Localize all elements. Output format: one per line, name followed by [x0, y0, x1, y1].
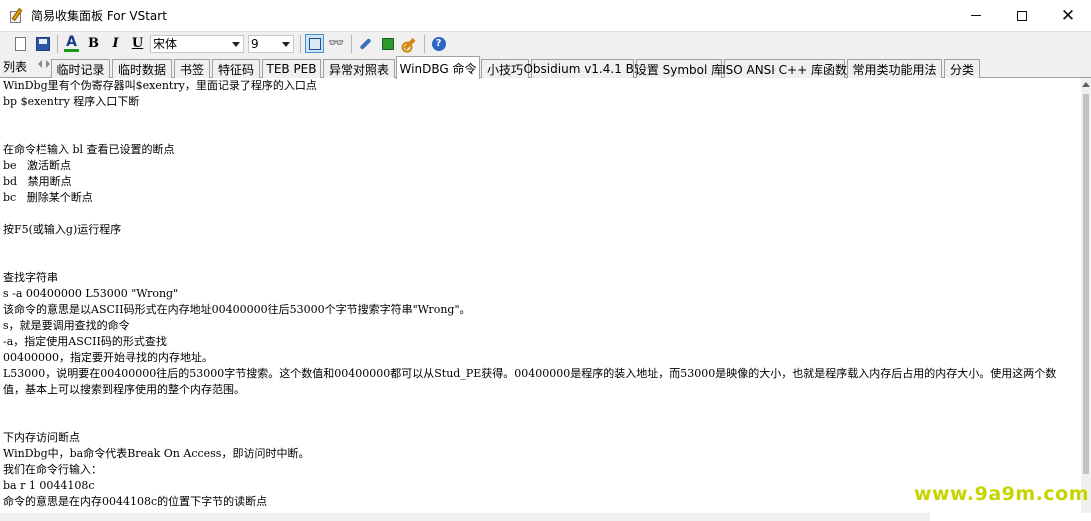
- title-bar: 简易收集面板 For VStart ✕: [0, 0, 1091, 31]
- tab-temp-records[interactable]: 临时记录: [51, 59, 110, 78]
- text-line: bp $exentry 程序入口下断: [3, 95, 140, 108]
- toolbar-separator: [351, 34, 352, 53]
- green-square-icon: [381, 37, 394, 50]
- maximize-icon: [1017, 10, 1027, 21]
- chevron-right-icon[interactable]: [46, 60, 50, 68]
- chevron-down-icon: [232, 41, 240, 47]
- maximize-button[interactable]: [999, 0, 1045, 31]
- window-title: 简易收集面板 For VStart: [31, 9, 167, 23]
- tab-obsidium[interactable]: Obsidium v1.4.1 B5: [523, 59, 642, 78]
- binoculars-icon: 👓: [328, 36, 345, 51]
- tab-symbol-settings[interactable]: 设置 Symbol 库: [635, 59, 723, 78]
- window-controls: ✕: [953, 0, 1091, 31]
- close-button[interactable]: ✕: [1045, 0, 1091, 31]
- text-line: [3, 254, 1081, 270]
- site-watermark: www.9a9m.com: [913, 483, 1089, 505]
- font-color-icon: A: [64, 33, 79, 52]
- chevron-left-icon[interactable]: [38, 60, 42, 68]
- new-file-button[interactable]: [11, 34, 30, 53]
- text-line: [3, 206, 1081, 222]
- tab-iso-ansi-cpp[interactable]: ISO ANSI C++ 库函数: [722, 59, 847, 78]
- text-line: s，就是要调用查找的命令: [3, 319, 130, 332]
- bold-button[interactable]: B: [84, 34, 103, 53]
- help-button[interactable]: ?: [429, 34, 448, 53]
- toolbar-separator: [424, 34, 425, 53]
- bold-icon: B: [88, 36, 99, 51]
- tab-teb-peb[interactable]: TEB PEB: [262, 59, 321, 78]
- text-line: [3, 110, 1081, 126]
- text-line: s -a 00400000 L53000 "Wrong": [3, 287, 179, 300]
- text-line: be 激活断点: [3, 159, 72, 172]
- underline-icon: U: [131, 36, 144, 51]
- help-icon: ?: [431, 36, 446, 51]
- new-file-icon: [15, 36, 26, 51]
- green-tool-button[interactable]: [378, 34, 397, 53]
- toolbar-separator: [300, 34, 301, 53]
- font-name-value: 宋体: [153, 37, 178, 51]
- vertical-scrollbar[interactable]: [1081, 78, 1091, 513]
- list-toggle[interactable]: 列表: [3, 58, 27, 75]
- italic-button[interactable]: I: [106, 34, 125, 53]
- toolbar-separator: [57, 34, 58, 53]
- tab-tips[interactable]: 小技巧: [481, 59, 529, 78]
- text-editor[interactable]: WinDbg里有个伪寄存器叫$exentry，里面记录了程序的入口点 bp $ex…: [0, 78, 1081, 513]
- text-line: 在命令栏输入 bl 查看已设置的断点: [3, 143, 175, 156]
- text-line: L53000，说明要在00400000往后的53000字节搜索。这个数值和004…: [3, 367, 1057, 380]
- font-name-select[interactable]: 宋体: [150, 34, 244, 53]
- font-size-value: 9: [251, 36, 259, 51]
- edit-mode-button[interactable]: [305, 34, 324, 53]
- text-line: bc 删除某个断点: [3, 191, 93, 204]
- key-button[interactable]: [400, 34, 419, 53]
- chevron-down-icon: [282, 41, 290, 47]
- italic-icon: I: [112, 36, 119, 51]
- font-color-button[interactable]: A: [62, 34, 81, 53]
- tab-categories[interactable]: 分类: [944, 59, 980, 78]
- toolbar: A B I U 宋体 9 👓 ?: [0, 31, 1091, 55]
- text-line: [3, 238, 1081, 254]
- tab-bookmarks[interactable]: 书签: [174, 59, 210, 78]
- app-notepad-icon: [9, 7, 25, 24]
- text-line: 我们在命令行输入：: [3, 463, 102, 476]
- scroll-up-icon[interactable]: [1082, 82, 1090, 87]
- font-size-select[interactable]: 9: [248, 34, 294, 53]
- text-line: 该命令的意思是以ASCII码形式在内存地址00400000往后53000个字节搜…: [3, 303, 471, 316]
- tab-windbg-commands[interactable]: WinDBG 命令: [396, 56, 480, 79]
- save-icon: [35, 36, 50, 51]
- tab-strip: 列表 临时记录 临时数据 书签 特征码 TEB PEB 异常对照表 WinDBG…: [0, 55, 1091, 79]
- key-icon: [403, 37, 416, 50]
- minimize-button[interactable]: [953, 0, 999, 31]
- wrench-icon: [359, 37, 372, 50]
- scroll-thumb[interactable]: [1083, 94, 1089, 474]
- text-line: [3, 126, 1081, 142]
- tab-temp-data[interactable]: 临时数据: [112, 59, 172, 78]
- close-icon: ✕: [1060, 5, 1076, 26]
- tab-signatures[interactable]: 特征码: [212, 59, 260, 78]
- text-line: 查找字符串: [3, 271, 58, 284]
- underline-button[interactable]: U: [128, 34, 147, 53]
- save-button[interactable]: [33, 34, 52, 53]
- text-line: 按F5(或输入g)运行程序: [3, 223, 122, 236]
- text-line: 下内存访问断点: [3, 431, 80, 444]
- tab-common-classes[interactable]: 常用类功能用法: [847, 59, 942, 78]
- text-line: WinDbg中，ba命令代表Break On Access，即访问时中断。: [3, 447, 310, 460]
- find-button[interactable]: 👓: [327, 34, 346, 53]
- tools-button[interactable]: [356, 34, 375, 53]
- horizontal-scrollbar[interactable]: [0, 513, 930, 521]
- minimize-icon: [971, 15, 981, 16]
- text-line: -a，指定使用ASCII码的形式查找: [3, 335, 167, 348]
- text-line: WinDbg里有个伪寄存器叫$exentry，里面记录了程序的入口点: [3, 79, 317, 92]
- text-line: 值，基本上可以搜索到程序使用的整个内存范围。: [3, 383, 245, 396]
- text-line: 00400000，指定要开始寻找的内存地址。: [3, 351, 213, 364]
- text-line: [3, 398, 1081, 414]
- text-line: bd 禁用断点: [3, 175, 72, 188]
- tab-exception-table[interactable]: 异常对照表: [323, 59, 395, 78]
- text-line: [3, 414, 1081, 430]
- edit-mode-icon: [308, 37, 321, 50]
